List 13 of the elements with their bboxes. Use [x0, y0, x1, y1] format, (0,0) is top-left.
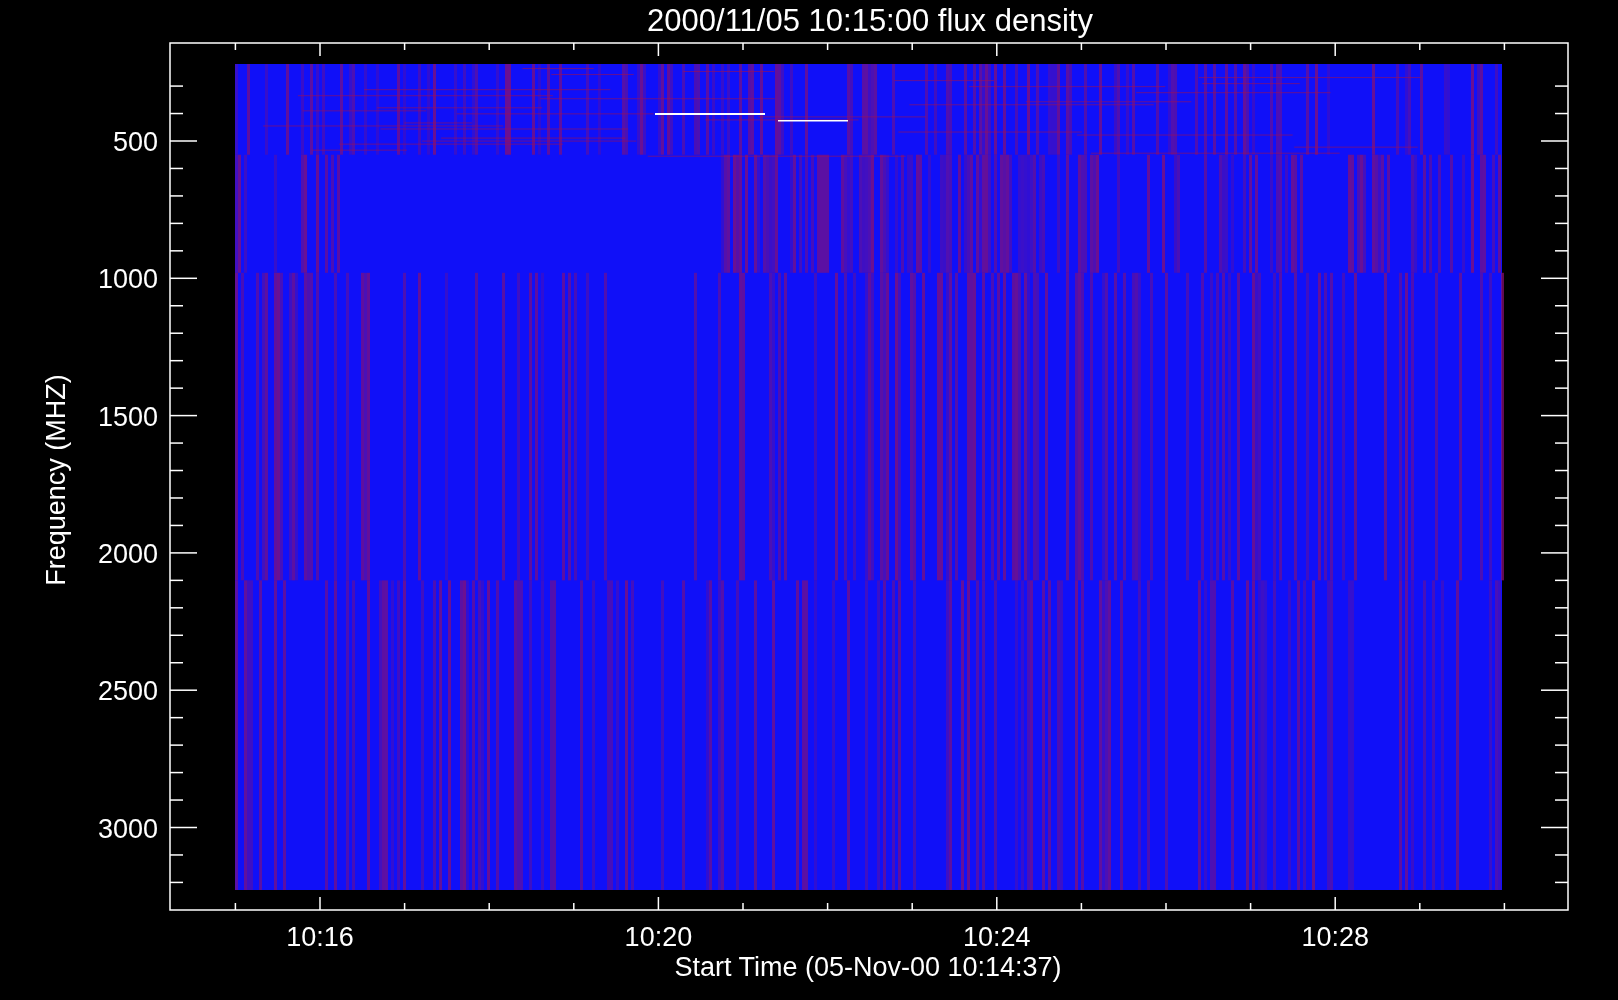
x-tick-label: 10:20	[624, 922, 693, 952]
x-tick-label: 10:16	[286, 922, 354, 952]
x-tick-label: 10:24	[963, 922, 1031, 952]
y-tick-label: 500	[112, 127, 158, 157]
y-axis-label: Frequency (MHZ)	[41, 374, 71, 586]
plot-title: 2000/11/05 10:15:00 flux density	[647, 3, 1093, 38]
x-axis-label: Start Time (05-Nov-00 10:14:37)	[674, 952, 1062, 982]
y-tick-label: 1000	[97, 264, 158, 295]
x-tick-label: 10:28	[1301, 922, 1369, 952]
y-tick-label: 1500	[97, 401, 158, 432]
y-tick-label: 3000	[97, 813, 158, 844]
y-tick-label: 2500	[97, 676, 158, 707]
y-tick-label: 2000	[97, 538, 158, 569]
